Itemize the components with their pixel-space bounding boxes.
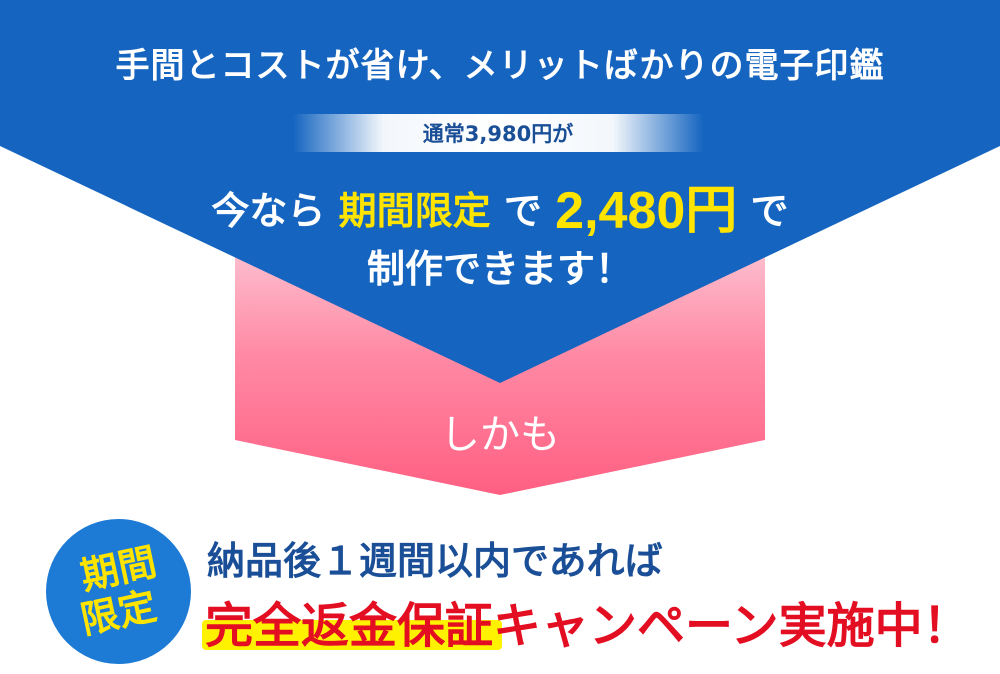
campaign-label: キャンペーン実施中！	[493, 598, 971, 654]
regular-price-label: 通常3,980円が	[422, 122, 574, 146]
regular-price-ribbon: 通常3,980円が	[293, 114, 703, 152]
offer-line-2: 制作できます！	[366, 247, 633, 291]
headline: 手間とコストが省け、メリットばかりの電子印鑑	[115, 46, 885, 86]
offer-prefix: 今なら	[211, 189, 326, 233]
guarantee-campaign: 完全返金保証キャンペーン実施中！	[205, 586, 971, 656]
connector-text: しかも	[440, 412, 560, 458]
guarantee-condition: 納品後１週間以内であれば	[207, 539, 663, 583]
limited-time-badge: 期間 限定	[46, 519, 191, 664]
campaign-banner: 手間とコストが省け、メリットばかりの電子印鑑 通常3,980円が 今なら 期間限…	[0, 0, 1000, 674]
limited-time-label: 期間限定	[338, 189, 491, 233]
offer-suffix: で	[750, 189, 789, 233]
offer-particle: で	[503, 189, 542, 233]
full-refund-label: 完全返金保証	[205, 598, 494, 654]
sale-price: 2,480円	[555, 182, 738, 240]
offer-line: 今なら 期間限定 で 2,480円 で	[0, 168, 1000, 243]
